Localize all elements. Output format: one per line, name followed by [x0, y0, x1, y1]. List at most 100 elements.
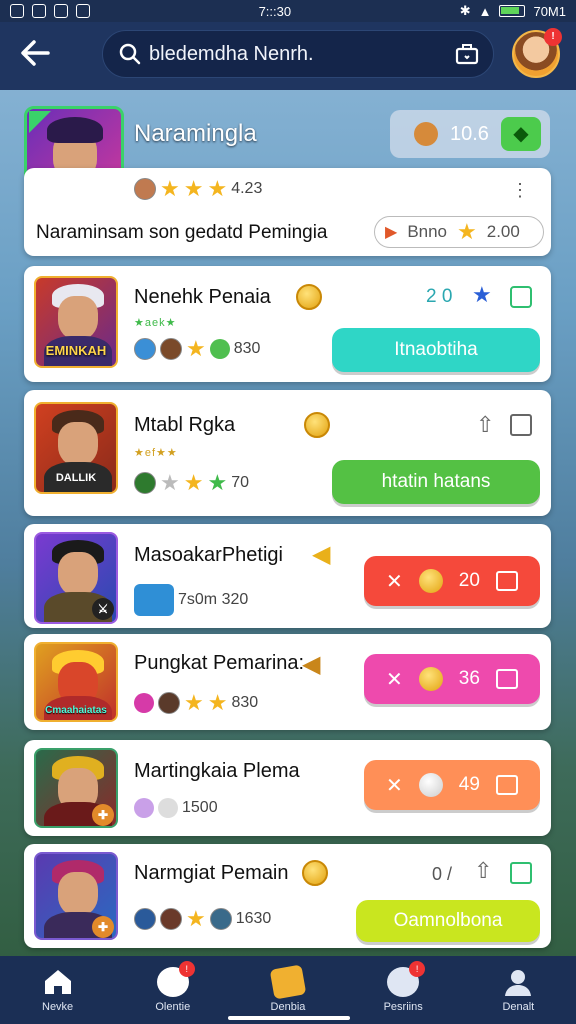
nav-games-label: Pesriins [383, 1001, 423, 1013]
search-icon [119, 43, 141, 65]
featured-rating-row: ★ ★ ★ 4.23 [134, 178, 262, 200]
game-meta: 7s0m 320 [134, 584, 248, 616]
ticket-icon [269, 964, 307, 1000]
controller-icon: ! [387, 961, 426, 997]
player-avatar [160, 338, 182, 360]
buy-button[interactable]: ✕ 49 [364, 760, 540, 810]
play-button[interactable]: htatin hatans [332, 460, 540, 504]
gem-icon: ◆ [500, 117, 541, 151]
back-button[interactable] [18, 36, 58, 72]
tag-label: Bnno [407, 222, 448, 241]
tool-badge-icon: ✚ [92, 804, 114, 826]
game-title: Nenehk Penaia [134, 286, 271, 308]
game-meta: ★ ★ ★ 70 [134, 472, 249, 494]
sword-badge-icon: ⚔ [92, 598, 114, 620]
app-icon [76, 4, 90, 18]
profile-avatar[interactable]: ! [512, 28, 562, 78]
coin-counter[interactable]: 10.6 ◆ [390, 110, 550, 158]
status-icons-left [10, 4, 90, 18]
score-value: 0 / [432, 864, 453, 884]
avatar-badge: ! [544, 28, 562, 46]
thumbnail-label: Cmaahaiatas [45, 705, 107, 716]
games-badge: ! [409, 961, 426, 977]
game-title: Narmgiat Pemain [134, 862, 289, 884]
share-icon[interactable]: ⇧ [476, 412, 494, 438]
thumbnail-label: EMINKAH [45, 343, 107, 358]
checkbox-icon[interactable] [510, 286, 532, 308]
game-stat: 7s0m 320 [178, 591, 249, 608]
game-meta: 1500 [134, 798, 218, 818]
game-card[interactable]: ✚ Narmgiat Pemain ★ 1630 0 / ⇧ Oamnolbon… [24, 844, 551, 948]
flame-icon: ▶ [385, 224, 398, 241]
gem-icon [134, 798, 154, 818]
favorite-star-icon[interactable]: ★ [472, 282, 492, 308]
player-avatar [158, 692, 180, 714]
game-title: Mtabl Rgka [134, 414, 236, 436]
player-avatar [134, 908, 156, 930]
game-stat: 70 [231, 474, 249, 491]
nav-games[interactable]: ! Pesriins [358, 961, 448, 1013]
nav-tickets[interactable]: Denbia [243, 964, 333, 1013]
coin-value: 10.6 [450, 122, 489, 145]
search-input[interactable]: bledemdha Nenrh. [102, 30, 494, 78]
featured-info-card: ★ ★ ★ 4.23 ⋮ Naraminsam son gedatd Pemin… [24, 168, 551, 256]
filter-icon[interactable] [455, 43, 479, 65]
bookmark-icon[interactable] [510, 414, 532, 436]
tools-icon: ✕ [386, 668, 403, 691]
game-tag: ★aek★ [134, 317, 177, 329]
character-face [58, 552, 98, 596]
star-icon: ★ [457, 219, 477, 244]
play-button[interactable]: Itnaobtiha [332, 328, 540, 372]
game-title: Pungkat Pemarina: [134, 652, 305, 674]
share-icon[interactable]: ⇧ [474, 858, 492, 884]
nav-chat[interactable]: ! Olentie [128, 961, 218, 1013]
coin-icon [304, 412, 330, 438]
checkbox-icon[interactable] [510, 862, 532, 884]
buy-button[interactable]: ✕ 20 [364, 556, 540, 606]
more-menu-icon[interactable]: ⋮ [511, 180, 529, 201]
star-icon: ★ [183, 470, 204, 495]
status-right-time: 70M1 [533, 3, 566, 19]
featured-tag[interactable]: ▶ Bnno ★ 2.00 [374, 216, 544, 248]
price-value: 36 [458, 668, 480, 689]
character-icon [414, 122, 438, 146]
game-title: MasoakarPhetigi [134, 544, 283, 566]
play-button[interactable]: Oamnolbona [356, 900, 540, 942]
character-hair [47, 117, 103, 143]
player-avatar [160, 908, 182, 930]
nav-home[interactable]: Nevke [13, 967, 103, 1013]
game-card[interactable]: DALLIK Mtabl Rgka ★ef★★ ★ ★ ★ 70 ⇧ htati… [24, 390, 551, 516]
thumbnail-label: DALLIK [55, 472, 97, 484]
coin-icon [418, 667, 443, 691]
gift-box-icon [495, 669, 518, 689]
game-card[interactable]: ✚ Martingkaia Plema 1500 ✕ 49 [24, 740, 551, 836]
star-icon: ★ [186, 906, 206, 931]
nav-profile[interactable]: Denalt [473, 967, 563, 1013]
game-tag: ★ef★★ [134, 447, 178, 459]
tag-value: 2.00 [486, 222, 520, 241]
home-indicator[interactable] [228, 1016, 350, 1020]
price-value: 20 [458, 570, 480, 591]
gem-icon: ★ [207, 470, 228, 495]
game-mini-icon [134, 584, 174, 616]
player-avatar [134, 338, 156, 360]
game-title: Martingkaia Plema [134, 760, 300, 782]
game-card[interactable]: EMINKAH Nenehk Penaia ★aek★ ★ 830 2 0 ★ … [24, 266, 551, 382]
character-face [58, 422, 98, 466]
horn-icon: ◀ [312, 541, 331, 568]
game-stat: 830 [233, 340, 261, 357]
star-icon: ★ [207, 176, 228, 201]
chat-icon: ! [156, 961, 195, 997]
game-stat: 830 [231, 694, 259, 711]
game-card[interactable]: Cmaahaiatas Pungkat Pemarina: ◀ ★ ★ 830 … [24, 634, 551, 730]
game-thumbnail: ⚔ [34, 532, 118, 624]
character-face [58, 296, 98, 340]
game-card[interactable]: ⚔ MasoakarPhetigi ◀ 7s0m 320 ✕ 20 [24, 524, 551, 628]
pearl-icon [418, 773, 443, 797]
nav-profile-label: Denalt [502, 1001, 535, 1013]
buy-button[interactable]: ✕ 36 [364, 654, 540, 704]
chat-badge: ! [178, 961, 195, 977]
gallery-icon [32, 4, 46, 18]
coin-icon [418, 569, 443, 593]
tool-badge-icon: ✚ [92, 916, 114, 938]
